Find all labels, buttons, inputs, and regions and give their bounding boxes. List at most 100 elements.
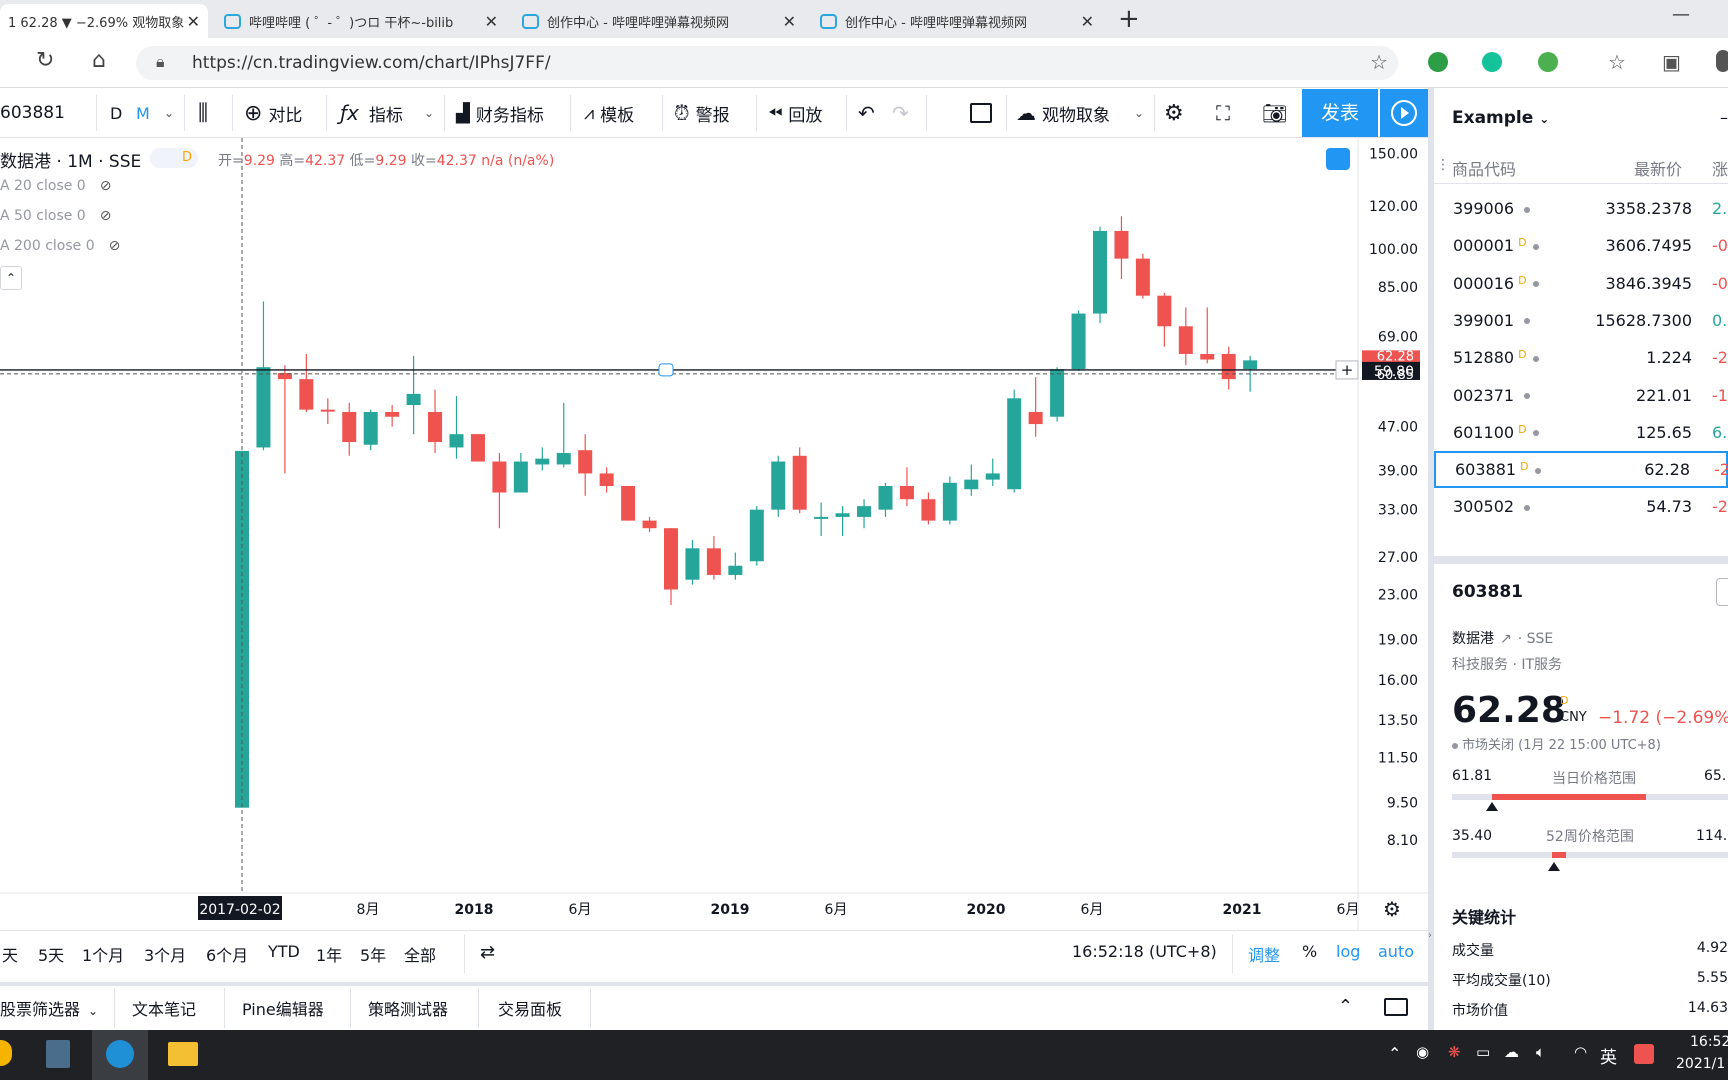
auto-toggle[interactable]: auto [1378, 942, 1414, 961]
chevron-down-icon[interactable]: ⌄ [424, 88, 434, 138]
compare-button[interactable]: ⊕ 对比 [244, 88, 302, 138]
input-language[interactable]: 英 [1600, 1043, 1617, 1068]
minimize-icon[interactable]: — [1672, 4, 1690, 25]
tray-wifi-icon[interactable]: ◠ [1574, 1043, 1587, 1061]
range-1m[interactable]: 1个月 [82, 942, 124, 966]
evernote-extension-icon[interactable] [1428, 52, 1448, 72]
chevron-down-icon[interactable]: ⌄ [1134, 88, 1144, 138]
indicator-ma200[interactable]: A 200 close 0 ⊘ [0, 238, 120, 254]
range-6m[interactable]: 6个月 [206, 942, 248, 966]
indicator-ma50[interactable]: A 50 close 0 ⊘ [0, 208, 111, 224]
adjust-toggle[interactable]: 调整 [1248, 942, 1280, 966]
favorites-icon[interactable]: ☆ [1608, 50, 1626, 74]
tray-app-icon[interactable]: ❋ [1448, 1043, 1461, 1061]
browser-tab[interactable]: 创作中心 - 哔哩哔哩弹幕视频网 ✕ [812, 4, 1102, 38]
eye-hidden-icon[interactable]: ⊘ [109, 238, 121, 254]
watchlist-row[interactable]: 603881D 62.28 -2. [1434, 451, 1728, 489]
more-icon[interactable]: – [1720, 108, 1728, 127]
tab-pine-editor[interactable]: Pine编辑器 [242, 996, 324, 1020]
drag-handle-icon[interactable]: ⋮ [1436, 157, 1450, 173]
close-tab-icon[interactable]: ✕ [187, 12, 200, 31]
chart-pane[interactable]: 150.00 120.00 100.00 85.00 69.00 47.00 39.00 33… [0, 138, 1428, 930]
eye-hidden-icon[interactable]: ⊘ [100, 178, 112, 194]
interval-daily-button[interactable]: D [110, 88, 122, 138]
watchlist-row[interactable]: 000016D 3846.3945 -0. [1434, 265, 1728, 302]
sync-icon[interactable] [1326, 148, 1350, 170]
candlestick-chart[interactable]: 150.00 120.00 100.00 85.00 69.00 47.00 39.00 33… [0, 138, 1428, 930]
watchlist-row[interactable]: 601100 D 125.65 6. [1434, 414, 1728, 451]
tray-chevron-icon[interactable]: ⌃ [1388, 1044, 1401, 1063]
lock-icon[interactable]: 🔒︎ [156, 52, 165, 72]
tab-trading-panel[interactable]: 交易面板 [498, 996, 562, 1020]
tab-text-notes[interactable]: 文本笔记 [132, 996, 196, 1020]
percent-toggle[interactable]: % [1302, 942, 1317, 961]
log-toggle[interactable]: log [1336, 942, 1360, 961]
watchlist-row[interactable]: 512880D 1.224 -2. [1434, 339, 1728, 376]
reload-icon[interactable]: ↻ [36, 48, 54, 73]
collections-icon[interactable]: ▣ [1662, 50, 1681, 74]
ime-icon[interactable] [1634, 1044, 1654, 1064]
templates-button[interactable]: ⩘ 模板 [584, 88, 634, 138]
publish-button[interactable]: 发表 [1302, 89, 1378, 137]
browser-tab[interactable]: 创作中心 - 哔哩哔哩弹幕视频网 ✕ [514, 4, 804, 38]
undo-icon[interactable]: ↶ [858, 88, 875, 138]
replay-button[interactable]: ⏪︎ 回放 [768, 88, 822, 138]
range-1y[interactable]: 1年 [316, 942, 342, 966]
industry-link[interactable]: IT服务 [1521, 657, 1562, 673]
tab-strategy-tester[interactable]: 策略测试器 [368, 996, 448, 1020]
grammarly-extension-icon[interactable] [1482, 52, 1502, 72]
details-menu-button[interactable] [1716, 578, 1728, 606]
indicators-button[interactable]: ƒx 指标 [340, 88, 403, 138]
clock-time[interactable]: 16:52 [1690, 1034, 1728, 1050]
browser-tab-active[interactable]: 1 62.28 ▼ −2.69% 观物取象 ✕ [0, 4, 208, 38]
column-change-header[interactable]: 涨 [1712, 156, 1728, 180]
tray-volume-icon[interactable]: 🔈︎ [1536, 1043, 1545, 1061]
file-explorer-taskbar-icon[interactable] [168, 1042, 198, 1066]
watchlist-row[interactable]: 399001 15628.7300 0. [1434, 302, 1728, 339]
interval-monthly-button[interactable]: M [136, 88, 150, 138]
column-symbol-header[interactable]: 商品代码 [1452, 156, 1516, 180]
candles-style-icon[interactable]: ⫼ [198, 88, 208, 138]
range-5d[interactable]: 5天 [38, 942, 64, 966]
clock-date[interactable]: 2021/1 [1676, 1056, 1725, 1072]
camera-icon[interactable]: 📷︎ [1262, 88, 1287, 138]
close-tab-icon[interactable]: ✕ [485, 12, 498, 31]
edge-taskbar-active[interactable] [92, 1030, 148, 1080]
close-tab-icon[interactable]: ✕ [783, 12, 796, 31]
check-extension-icon[interactable] [1538, 52, 1558, 72]
range-3m[interactable]: 3个月 [144, 942, 186, 966]
indicator-ma20[interactable]: A 20 close 0 ⊘ [0, 178, 111, 194]
fullscreen-icon[interactable]: ⛶ [1216, 88, 1230, 138]
financials-button[interactable]: ▟ 财务指标 [456, 88, 544, 138]
watchlist-row[interactable]: 399006 3358.2378 2. [1434, 190, 1728, 227]
redo-icon[interactable]: ↷ [892, 88, 909, 138]
collapse-legend-button[interactable]: ⌃ [0, 266, 22, 290]
column-price-header[interactable]: 最新价 [1634, 156, 1682, 180]
add-favorite-icon[interactable]: ☆ [1370, 50, 1388, 74]
go-to-date-icon[interactable]: ⇄ [480, 942, 495, 963]
eye-hidden-icon[interactable]: ⊘ [100, 208, 112, 224]
sector-link[interactable]: 科技服务 [1452, 657, 1508, 673]
play-icon[interactable] [1380, 89, 1428, 137]
new-tab-button[interactable]: + [1118, 4, 1140, 34]
browser-tab[interactable]: 哔哩哔哩 ( ゜- ゜)つロ 干杯~-bilib ✕ [216, 4, 506, 38]
tab-stock-screener[interactable]: 股票筛选器 ⌄ [0, 996, 98, 1020]
layout-select-button[interactable] [970, 88, 992, 138]
layout-name-button[interactable]: ☁︎ 观物取象 [1016, 88, 1110, 138]
settings-gear-icon[interactable]: ⚙︎ [1164, 88, 1184, 138]
tray-battery-icon[interactable]: ▭ [1476, 1043, 1490, 1061]
watchlist-name[interactable]: Example ⌄ [1452, 108, 1549, 128]
external-link-icon[interactable]: ↗ [1500, 631, 1512, 647]
expand-panel-icon[interactable]: ⌃ [1338, 996, 1353, 1017]
range-ytd[interactable]: YTD [268, 942, 300, 961]
tray-network-icon[interactable]: ◉ [1416, 1043, 1429, 1061]
tray-onedrive-icon[interactable]: ☁︎ [1504, 1043, 1519, 1061]
range-all[interactable]: 全部 [404, 942, 436, 966]
url-field[interactable]: https://cn.tradingview.com/chart/IPhsJ7F… [136, 46, 1398, 80]
range-5y[interactable]: 5年 [360, 942, 386, 966]
company-name[interactable]: 数据港 [1452, 631, 1494, 647]
home-icon[interactable]: ⌂ [92, 48, 106, 73]
watchlist-row[interactable]: 300502 54.73 -2. [1434, 488, 1728, 525]
symbol-search-button[interactable]: 603881 [0, 88, 65, 138]
chevron-down-icon[interactable]: ⌄ [164, 88, 174, 138]
